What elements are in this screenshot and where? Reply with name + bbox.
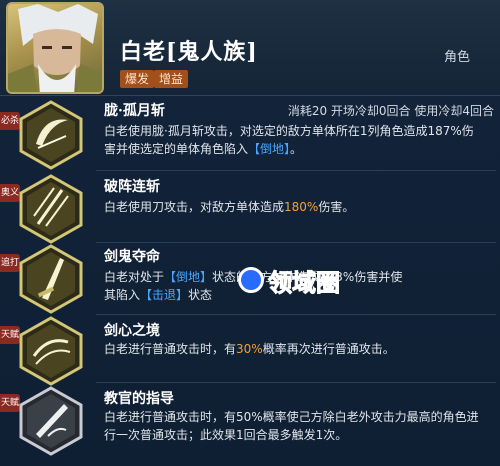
swirl-icon bbox=[18, 316, 84, 386]
skill-cost: 消耗20 开场冷却0回合 使用冷却4回合 bbox=[287, 104, 494, 118]
skill-title: 胧·孤月斩 bbox=[104, 103, 165, 119]
proc-chance: 30% bbox=[236, 342, 263, 356]
status-keyword: 【击退】 bbox=[140, 288, 189, 302]
skill-row-talent-1[interactable]: 天赋 剑心之境 白老进行普通攻击时，有30%概率再次进行普通攻击。 bbox=[0, 316, 500, 386]
skill-type-label: 必杀 bbox=[0, 112, 20, 130]
crescent-slash-icon bbox=[18, 100, 84, 170]
watermark-logo-icon bbox=[238, 267, 264, 293]
skill-type-label: 奥义 bbox=[0, 184, 20, 202]
skill-description: 白老进行普通攻击时，有30%概率再次进行普通攻击。 bbox=[104, 340, 484, 358]
desc-text: 。 bbox=[290, 142, 303, 156]
tag-buff: 增益 bbox=[154, 70, 189, 88]
blade-strike-icon bbox=[18, 174, 84, 244]
character-portrait bbox=[6, 2, 104, 94]
mentor-icon bbox=[18, 386, 84, 456]
skill-type-label: 天赋 bbox=[0, 394, 20, 412]
skill-type-label: 天赋 bbox=[0, 326, 20, 344]
skill-description: 白老进行普通攻击时，有50%概率使己方除白老外攻击力最高的角色进行一次普通攻击；… bbox=[104, 410, 479, 442]
desc-text: 伤害。 bbox=[318, 200, 355, 214]
skill-title: 破阵连斩 bbox=[104, 179, 160, 195]
portrait-image bbox=[8, 4, 102, 92]
skill-type-label: 追打 bbox=[0, 254, 20, 272]
skill-row-ultimate[interactable]: 必杀 胧·孤月斩 消耗20 开场冷却0回合 使用冷却4回合 白老使用胧·孤月斩攻… bbox=[0, 98, 500, 170]
tag-burst: 爆发 bbox=[120, 70, 155, 88]
status-keyword: 【倒地】 bbox=[164, 270, 213, 284]
divider bbox=[96, 242, 496, 243]
watermark-text: 领域圈 bbox=[268, 268, 341, 297]
status-keyword: 【倒地】 bbox=[248, 142, 291, 156]
skill-title: 教官的指导 bbox=[104, 391, 174, 407]
skill-row-talent-2[interactable]: 天赋 教官的指导 白老进行普通攻击时，有50%概率使己方除白老外攻击力最高的角色… bbox=[0, 384, 500, 466]
character-role: 角色 bbox=[443, 50, 470, 65]
character-name: 白老[鬼人族] bbox=[120, 39, 258, 65]
desc-text: 概率再次进行普通攻击。 bbox=[262, 342, 395, 356]
skill-row-special[interactable]: 奥义 破阵连斩 白老使用刀攻击，对敌方单体造成180%伤害。 bbox=[0, 172, 500, 244]
skill-title: 剑鬼夺命 bbox=[104, 249, 160, 265]
desc-text: 状态 bbox=[188, 288, 213, 302]
watermark: 领域圈 bbox=[238, 262, 341, 298]
damage-value: 180% bbox=[284, 200, 319, 214]
desc-text: 白老进行普通攻击时，有 bbox=[104, 342, 237, 356]
divider bbox=[96, 382, 496, 383]
skill-description: 白老使用胧·孤月斩攻击，对选定的敌方单体所在1列角色造成187%伤害并使选定的单… bbox=[104, 122, 484, 158]
desc-text: 白老使用刀攻击，对敌方单体造成 bbox=[104, 200, 285, 214]
divider bbox=[96, 314, 496, 315]
divider bbox=[96, 170, 496, 171]
desc-text: 白老对处于 bbox=[104, 270, 165, 284]
character-header: 白老[鬼人族] 角色 爆发 增益 bbox=[0, 0, 500, 96]
skill-panel: 白老[鬼人族] 角色 爆发 增益 必杀 胧·孤月斩 消耗20 开场冷却0回合 使… bbox=[0, 0, 500, 466]
skill-title: 剑心之境 bbox=[104, 323, 160, 339]
skill-description: 白老使用刀攻击，对敌方单体造成180%伤害。 bbox=[104, 198, 484, 216]
sword-icon bbox=[18, 244, 84, 314]
